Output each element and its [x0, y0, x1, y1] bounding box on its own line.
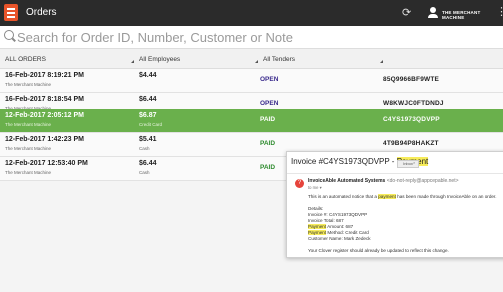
order-merchant: The Merchant Machine — [5, 82, 52, 87]
filter-employees-dropdown-icon[interactable] — [255, 60, 258, 63]
filter-tenders[interactable]: All Tenders — [263, 56, 295, 63]
order-date: 12-Feb-2017 12:53:40 PM — [5, 160, 88, 167]
email-sender: InvoiceAble Automated Systems <do-not-re… — [308, 178, 459, 184]
user-icon[interactable] — [428, 7, 438, 18]
order-date: 16-Feb-2017 8:18:54 PM — [5, 96, 84, 103]
order-id: C4YS1973QDVPP — [383, 116, 440, 123]
app-title: Orders — [26, 7, 57, 18]
merchant-name[interactable]: THE MERCHANT MACHINE — [442, 10, 503, 20]
email-popup: Invoice #C4YS1973QDVPP - Payment Inbox ×… — [286, 151, 503, 258]
order-merchant: The Merchant Machine — [5, 122, 52, 127]
search-input[interactable] — [17, 29, 437, 45]
filter-orders-dropdown-icon[interactable] — [131, 60, 134, 63]
refresh-icon[interactable]: ⟳ — [402, 6, 411, 19]
order-date: 12-Feb-2017 1:42:23 PM — [5, 136, 84, 143]
email-body: This is an automated notice that a payme… — [308, 194, 497, 253]
order-amount: $6.44 — [139, 160, 157, 167]
order-amount: $5.41 — [139, 136, 157, 143]
more-icon[interactable]: ⋮ — [496, 5, 503, 18]
order-status: PAID — [260, 140, 276, 147]
order-status: OPEN — [260, 100, 279, 107]
order-date: 16-Feb-2017 8:19:21 PM — [5, 72, 84, 79]
sender-avatar-icon: ? — [295, 179, 304, 188]
order-id: 85Q9966BF9WTE — [383, 76, 440, 83]
divider — [287, 173, 503, 174]
order-amount: $6.44 — [139, 96, 157, 103]
order-merchant: The Merchant Machine — [5, 146, 52, 151]
filter-header: ALL ORDERS All Employees All Tenders — [0, 49, 503, 69]
order-tender: Cash — [139, 146, 150, 151]
order-amount: $4.44 — [139, 72, 157, 79]
order-tender: Credit Card — [139, 122, 163, 127]
order-status: PAID — [260, 164, 276, 171]
close-icon[interactable]: × — [413, 160, 415, 165]
order-id: W8KWJC0FTDNDJ — [383, 100, 444, 107]
top-bar: Orders ⟳ THE MERCHANT MACHINE ⋮ — [0, 0, 503, 26]
order-merchant: The Merchant Machine — [5, 170, 52, 175]
order-status: OPEN — [260, 76, 279, 83]
order-row[interactable]: 16-Feb-2017 8:19:21 PM The Merchant Mach… — [0, 69, 503, 93]
order-id: 4T9B94P8HAKZT — [383, 140, 439, 147]
search-icon — [4, 30, 14, 40]
inbox-label[interactable]: Inbox — [397, 160, 419, 168]
order-tender: Cash — [139, 170, 150, 175]
email-recipient[interactable]: to me ▾ — [308, 185, 322, 190]
filter-tenders-dropdown-icon[interactable] — [380, 60, 383, 63]
order-date: 12-Feb-2017 2:05:12 PM — [5, 112, 84, 119]
orders-app-icon[interactable] — [4, 4, 18, 21]
order-status: PAID — [260, 116, 276, 123]
filter-employees[interactable]: All Employees — [139, 56, 180, 63]
order-row-selected[interactable]: 12-Feb-2017 2:05:12 PM The Merchant Mach… — [0, 109, 503, 133]
search-bar — [0, 26, 503, 49]
filter-orders[interactable]: ALL ORDERS — [5, 56, 46, 63]
order-amount: $6.87 — [139, 112, 157, 119]
